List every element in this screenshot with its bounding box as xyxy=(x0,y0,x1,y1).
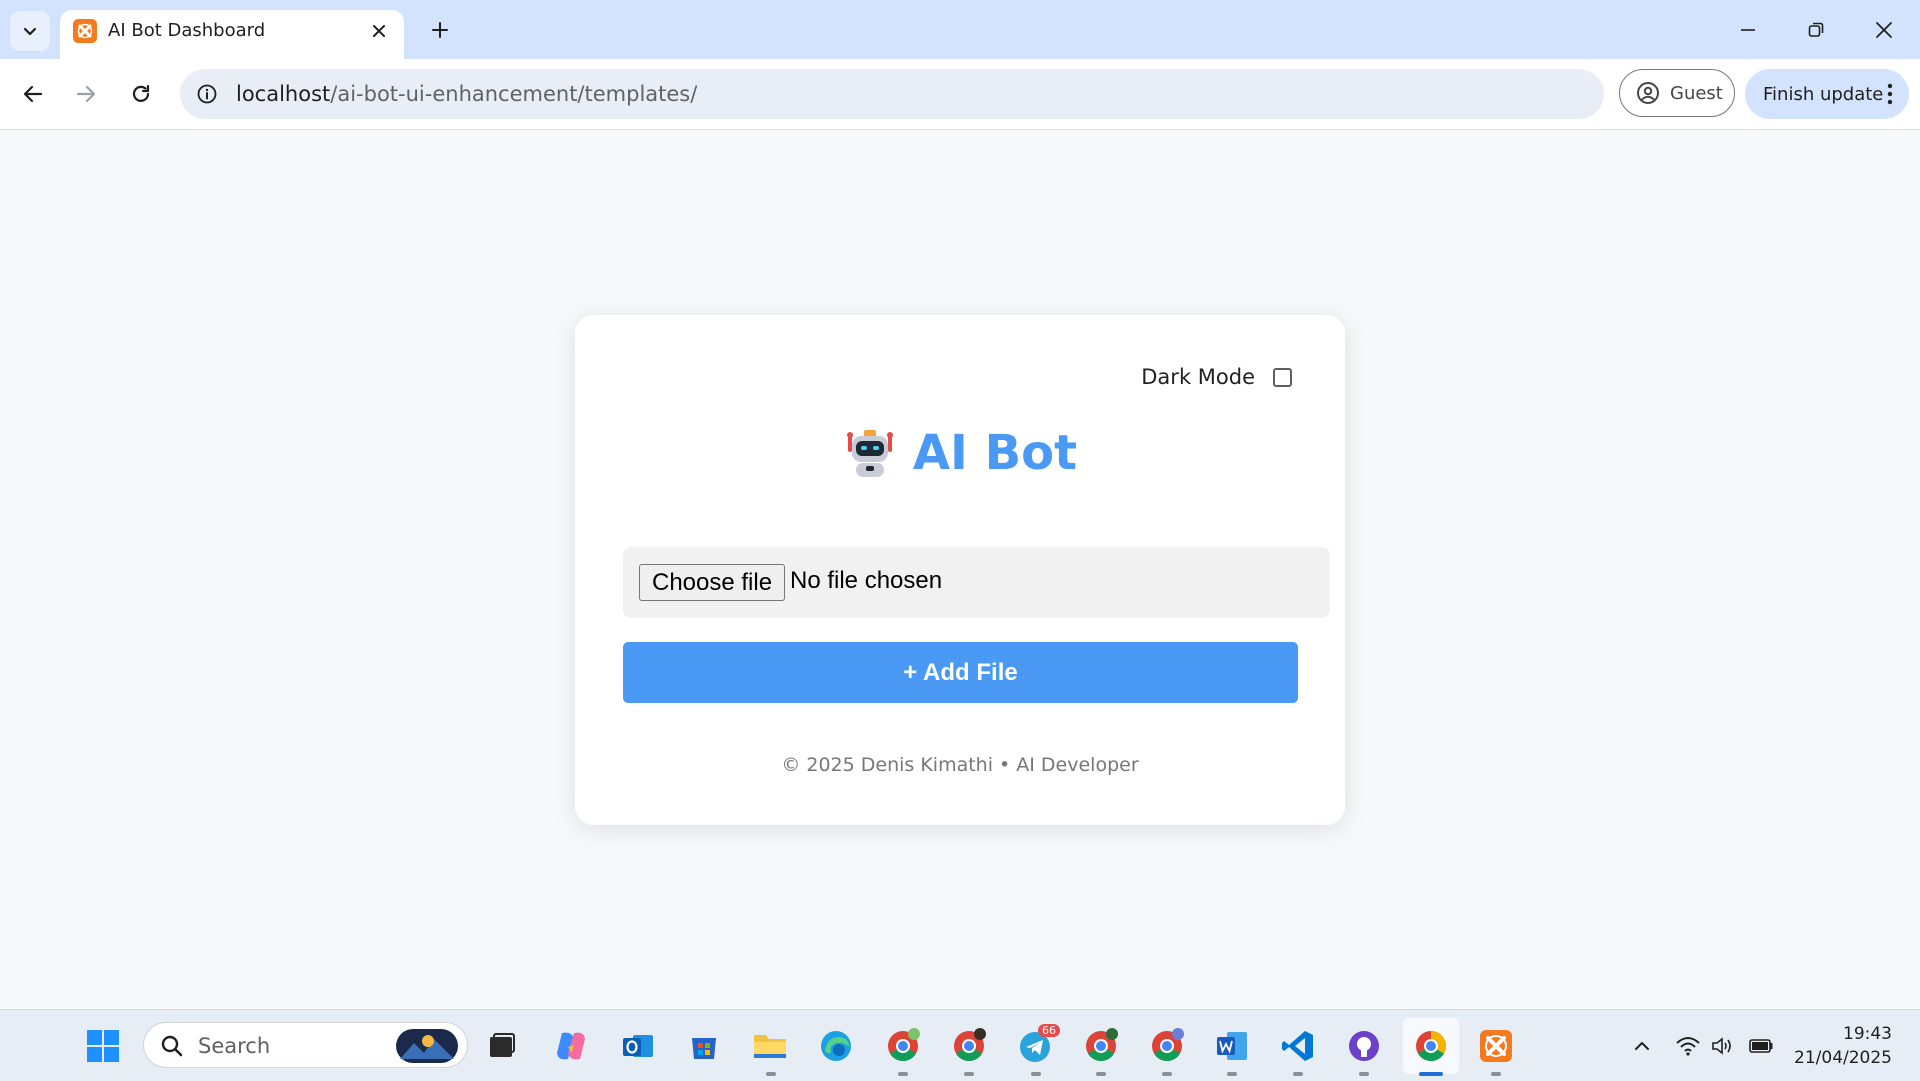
file-input[interactable]: Choose file No file chosen xyxy=(623,547,1330,618)
dark-mode-toggle: Dark Mode xyxy=(1141,365,1292,389)
start-icon[interactable] xyxy=(83,1026,123,1066)
xampp-favicon-icon xyxy=(73,19,97,43)
url-text[interactable]: localhost/ai-bot-ui-enhancement/template… xyxy=(236,82,697,106)
running-indicator xyxy=(1293,1072,1303,1076)
clock-date: 21/04/2025 xyxy=(1794,1048,1892,1068)
search-placeholder: Search xyxy=(198,1034,271,1058)
tray-overflow-chevron-icon[interactable] xyxy=(1622,1026,1662,1066)
url-host: localhost xyxy=(236,82,331,106)
finish-update-label: Finish update xyxy=(1763,83,1884,105)
no-file-chosen-text: No file chosen xyxy=(790,567,943,594)
tab-title: AI Bot Dashboard xyxy=(108,20,266,41)
active-indicator xyxy=(1419,1072,1443,1076)
vscode-icon[interactable] xyxy=(1278,1026,1318,1066)
guest-label: Guest xyxy=(1670,82,1723,104)
running-indicator xyxy=(1096,1072,1106,1076)
running-indicator xyxy=(964,1072,974,1076)
add-file-button[interactable]: + Add File xyxy=(623,642,1298,703)
minimize-icon[interactable] xyxy=(1714,0,1782,59)
copilot-icon[interactable] xyxy=(551,1026,591,1066)
chrome-profile-icon[interactable] xyxy=(949,1026,989,1066)
dark-mode-checkbox[interactable] xyxy=(1273,367,1292,387)
telegram-icon[interactable]: 66 xyxy=(1016,1024,1060,1066)
address-bar[interactable]: localhost/ai-bot-ui-enhancement/template… xyxy=(180,69,1604,119)
chrome-m2-icon[interactable] xyxy=(1147,1026,1187,1066)
running-indicator xyxy=(1359,1072,1369,1076)
site-info-icon[interactable] xyxy=(192,79,222,109)
footer-credit: © 2025 Denis Kimathi • AI Developer xyxy=(781,754,1139,776)
chevron-down-icon xyxy=(23,27,37,36)
finish-update-button[interactable]: Finish update xyxy=(1745,69,1909,119)
browser-toolbar: localhost/ai-bot-ui-enhancement/template… xyxy=(0,59,1920,130)
reload-icon[interactable] xyxy=(121,74,161,114)
taskbar-search[interactable]: Search xyxy=(143,1022,468,1068)
running-indicator xyxy=(1162,1072,1172,1076)
running-indicator xyxy=(766,1072,776,1076)
tab-close-icon[interactable] xyxy=(366,18,392,44)
tab-search-button[interactable] xyxy=(10,11,50,51)
word-icon[interactable] xyxy=(1212,1026,1252,1066)
running-indicator xyxy=(898,1072,908,1076)
brand-title: AI Bot xyxy=(912,425,1078,481)
store-icon[interactable] xyxy=(684,1026,724,1066)
guest-profile-button[interactable]: Guest xyxy=(1619,69,1735,117)
edge-icon[interactable] xyxy=(816,1026,856,1066)
profile-icon xyxy=(1637,82,1659,104)
system-clock[interactable]: 19:43 21/04/2025 xyxy=(1794,1022,1892,1070)
upload-card: Dark Mode AI Bot Choose file No file cho… xyxy=(575,315,1345,825)
task-view-icon[interactable] xyxy=(482,1026,522,1066)
volume-icon[interactable] xyxy=(1702,1026,1742,1066)
telegram-badge: 66 xyxy=(1038,1024,1060,1037)
browser-tab-active[interactable]: AI Bot Dashboard xyxy=(60,10,404,59)
file-explorer-icon[interactable] xyxy=(750,1026,790,1066)
search-highlight-icon xyxy=(396,1029,458,1063)
windows-taskbar: Search 66 19:43 21/04/2025 xyxy=(0,1009,1920,1081)
github-icon[interactable] xyxy=(1344,1026,1384,1066)
chrome-active-icon[interactable] xyxy=(1411,1026,1451,1066)
restore-icon[interactable] xyxy=(1782,0,1850,59)
choose-file-button[interactable]: Choose file xyxy=(639,564,786,601)
kebab-menu-icon[interactable] xyxy=(1887,82,1893,106)
back-icon[interactable] xyxy=(13,74,53,114)
dark-mode-label: Dark Mode xyxy=(1141,365,1255,389)
forward-icon[interactable] xyxy=(66,74,106,114)
brand-header: AI Bot xyxy=(575,425,1345,481)
url-path: /ai-bot-ui-enhancement/templates/ xyxy=(330,82,698,106)
search-icon xyxy=(161,1035,183,1057)
running-indicator xyxy=(1227,1072,1237,1076)
chrome-m-icon[interactable] xyxy=(1081,1026,1121,1066)
battery-icon[interactable] xyxy=(1741,1026,1781,1066)
new-tab-icon[interactable] xyxy=(424,14,456,46)
outlook-icon[interactable] xyxy=(618,1026,658,1066)
running-indicator xyxy=(1491,1072,1501,1076)
running-indicator xyxy=(1031,1072,1041,1076)
browser-tab-bar: AI Bot Dashboard xyxy=(0,0,1920,59)
robot-icon xyxy=(846,430,893,477)
clock-time: 19:43 xyxy=(1843,1024,1892,1044)
chrome-icon[interactable] xyxy=(883,1026,923,1066)
close-window-icon[interactable] xyxy=(1850,0,1918,59)
xampp-icon[interactable] xyxy=(1476,1026,1516,1066)
